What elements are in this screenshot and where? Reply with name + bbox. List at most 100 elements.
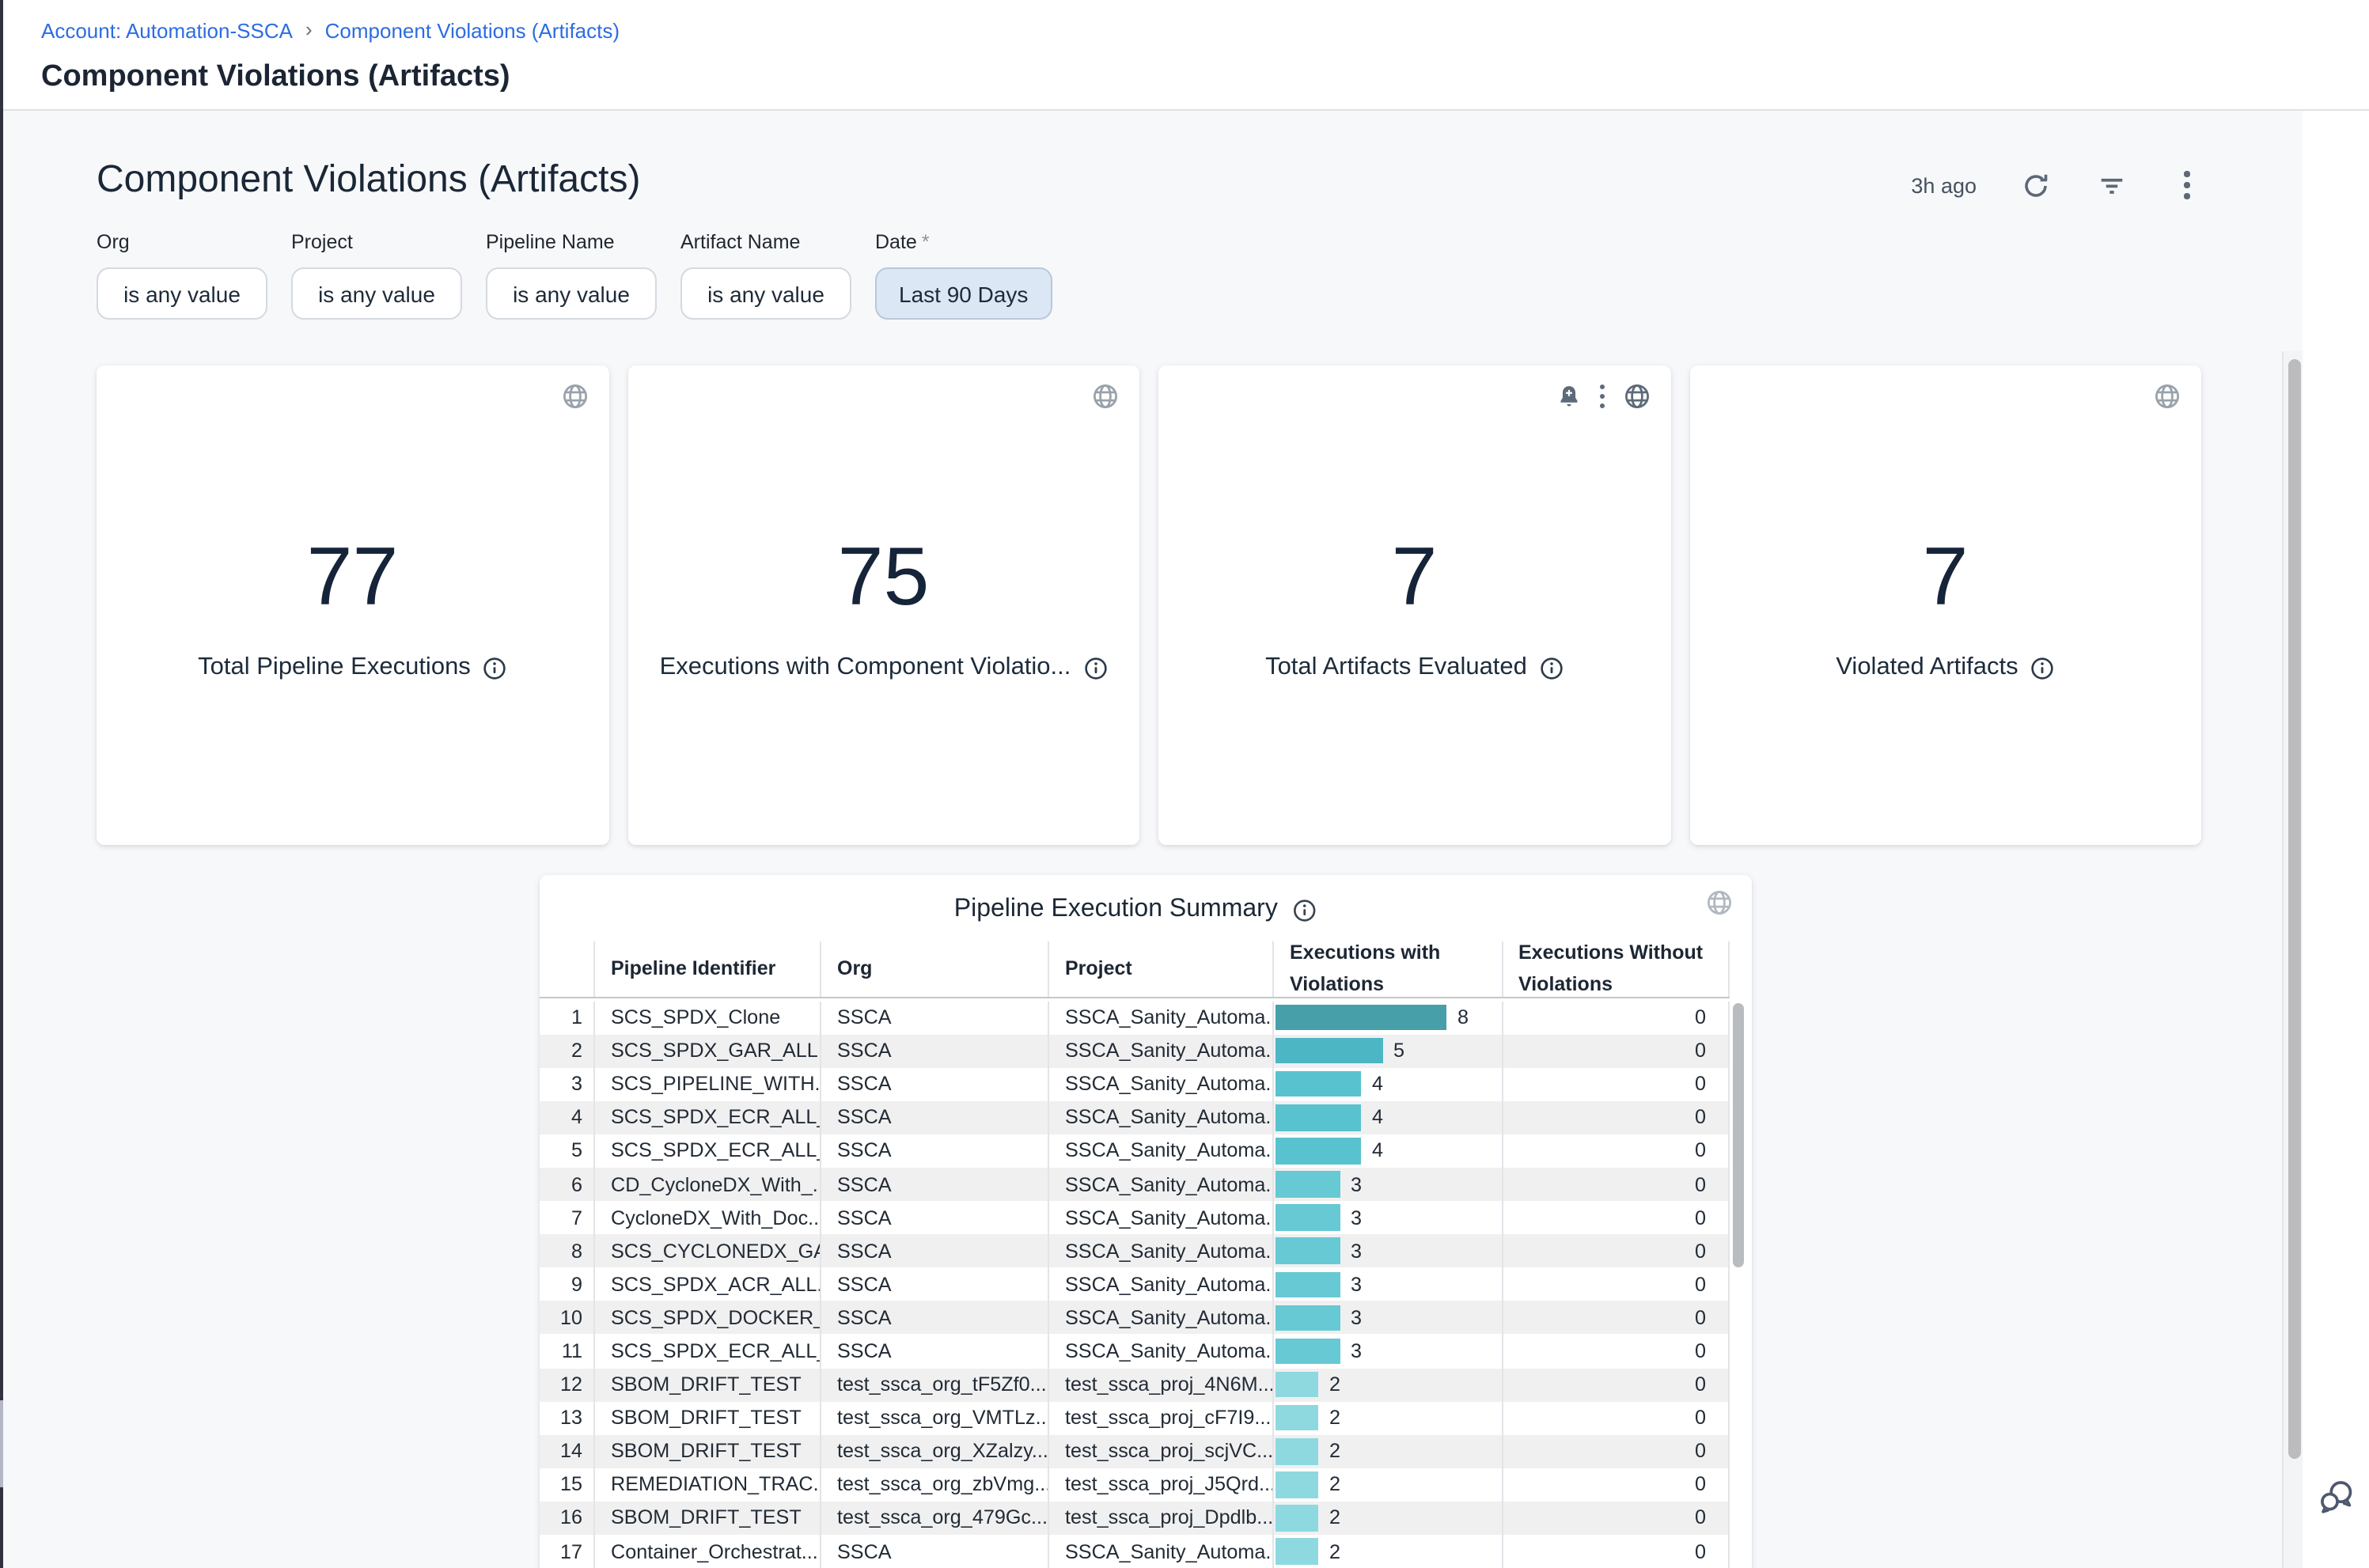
info-icon[interactable] [483,656,507,680]
cell-executions-with-violations[interactable]: 3 [1272,1335,1501,1368]
cell-org[interactable]: SSCA [820,1034,1048,1067]
tile-value[interactable]: 77 [97,536,608,619]
cell-executions-with-violations[interactable]: 2 [1272,1502,1501,1535]
cell-executions-with-violations[interactable]: 3 [1272,1168,1501,1201]
globe-icon[interactable] [2154,383,2181,410]
cell-executions-with-violations[interactable]: 3 [1272,1201,1501,1234]
cell-executions-without-violations[interactable]: 0 [1501,1335,1730,1368]
page-scrollbar-track[interactable] [2282,351,2303,1568]
cell-pipeline-identifier[interactable]: REMEDIATION_TRAC... [593,1468,820,1502]
cell-org[interactable]: SSCA [820,1268,1048,1301]
cell-executions-without-violations[interactable]: 0 [1501,1168,1730,1201]
cell-pipeline-identifier[interactable]: SCS_SPDX_ECR_ALL_... [593,1335,820,1368]
col-header-project[interactable]: Project [1048,941,1272,997]
cell-executions-with-violations[interactable]: 4 [1272,1067,1501,1100]
cell-pipeline-identifier[interactable]: CycloneDX_With_Doc... [593,1201,820,1234]
cell-org[interactable]: test_ssca_org_zbVmg... [820,1468,1048,1502]
cell-pipeline-identifier[interactable]: SCS_SPDX_ACR_ALL... [593,1268,820,1301]
cell-org[interactable]: SSCA [820,1134,1048,1168]
filter-value-chip[interactable]: is any value [680,267,851,320]
cell-executions-without-violations[interactable]: 0 [1501,1468,1730,1502]
cell-pipeline-identifier[interactable]: CD_CycloneDX_With_... [593,1168,820,1201]
cell-executions-without-violations[interactable]: 0 [1501,1434,1730,1468]
breadcrumb-page-link[interactable]: Component Violations (Artifacts) [325,19,620,43]
cell-org[interactable]: SSCA [820,1234,1048,1267]
globe-icon[interactable] [1092,383,1119,410]
cell-executions-without-violations[interactable]: 0 [1501,1001,1730,1034]
cell-project[interactable]: SSCA_Sanity_Automa... [1048,1001,1272,1034]
cell-pipeline-identifier[interactable]: SCS_SPDX_DOCKER_... [593,1301,820,1335]
cell-project[interactable]: SSCA_Sanity_Automa... [1048,1234,1272,1267]
info-icon[interactable] [1292,898,1316,922]
cell-executions-without-violations[interactable]: 0 [1501,1201,1730,1234]
cell-org[interactable]: SSCA [820,1101,1048,1134]
cell-executions-without-violations[interactable]: 0 [1501,1401,1730,1434]
cell-org[interactable]: SSCA [820,1301,1048,1335]
kebab-menu-icon[interactable] [2170,168,2204,203]
cell-project[interactable]: SSCA_Sanity_Automa... [1048,1134,1272,1168]
cell-org[interactable]: test_ssca_org_tF5Zf0... [820,1368,1048,1401]
cell-executions-with-violations[interactable]: 3 [1272,1268,1501,1301]
cell-pipeline-identifier[interactable]: Container_Orchestrat... [593,1535,820,1568]
cell-project[interactable]: SSCA_Sanity_Automa... [1048,1067,1272,1100]
cell-executions-with-violations[interactable]: 2 [1272,1468,1501,1502]
cell-org[interactable]: test_ssca_org_VMTLz... [820,1401,1048,1434]
col-header-executions-without-violations[interactable]: Executions Without Violations [1501,941,1730,997]
cell-project[interactable]: SSCA_Sanity_Automa... [1048,1101,1272,1134]
cell-project[interactable]: test_ssca_proj_Dpdlb... [1048,1502,1272,1535]
chat-support-icon[interactable] [2317,1476,2358,1517]
globe-icon[interactable] [1706,889,1733,916]
cell-project[interactable]: test_ssca_proj_J5Qrd... [1048,1468,1272,1502]
col-header-org[interactable]: Org [820,941,1048,997]
cell-project[interactable]: test_ssca_proj_cF7I9... [1048,1401,1272,1434]
tile-value[interactable]: 75 [627,536,1139,619]
info-icon[interactable] [1540,656,1564,680]
page-scrollbar-thumb[interactable] [2288,359,2300,1459]
cell-pipeline-identifier[interactable]: SCS_PIPELINE_WITH... [593,1067,820,1100]
cell-project[interactable]: SSCA_Sanity_Automa... [1048,1301,1272,1335]
filter-value-chip[interactable]: is any value [97,267,267,320]
cell-project[interactable]: SSCA_Sanity_Automa... [1048,1168,1272,1201]
cell-executions-without-violations[interactable]: 0 [1501,1034,1730,1067]
cell-org[interactable]: test_ssca_org_479Gc... [820,1502,1048,1535]
alert-bell-icon[interactable] [1556,384,1580,409]
cell-executions-without-violations[interactable]: 0 [1501,1234,1730,1267]
cell-pipeline-identifier[interactable]: SCS_SPDX_ECR_ALL_... [593,1134,820,1168]
globe-icon[interactable] [561,383,588,410]
cell-executions-with-violations[interactable]: 2 [1272,1401,1501,1434]
info-icon[interactable] [1083,656,1107,680]
cell-project[interactable]: SSCA_Sanity_Automa... [1048,1034,1272,1067]
cell-executions-with-violations[interactable]: 2 [1272,1368,1501,1401]
cell-org[interactable]: SSCA [820,1201,1048,1234]
cell-org[interactable]: SSCA [820,1335,1048,1368]
cell-executions-without-violations[interactable]: 0 [1501,1268,1730,1301]
cell-project[interactable]: SSCA_Sanity_Automa... [1048,1535,1272,1568]
cell-pipeline-identifier[interactable]: SBOM_DRIFT_TEST [593,1434,820,1468]
cell-project[interactable]: SSCA_Sanity_Automa... [1048,1335,1272,1368]
cell-executions-with-violations[interactable]: 3 [1272,1301,1501,1335]
cell-executions-with-violations[interactable]: 4 [1272,1101,1501,1134]
cell-pipeline-identifier[interactable]: SCS_CYCLONEDX_GA... [593,1234,820,1267]
cell-project[interactable]: SSCA_Sanity_Automa... [1048,1201,1272,1234]
cell-pipeline-identifier[interactable]: SBOM_DRIFT_TEST [593,1502,820,1535]
table-scrollbar[interactable] [1733,1003,1744,1267]
globe-icon[interactable] [1623,383,1650,410]
tile-kebab-icon[interactable] [1599,384,1604,408]
cell-executions-with-violations[interactable]: 8 [1272,1001,1501,1034]
cell-executions-without-violations[interactable]: 0 [1501,1535,1730,1568]
cell-executions-without-violations[interactable]: 0 [1501,1134,1730,1168]
col-header-executions-with-violations[interactable]: Executions with Violations [1272,941,1501,997]
cell-executions-with-violations[interactable]: 3 [1272,1234,1501,1267]
cell-pipeline-identifier[interactable]: SCS_SPDX_GAR_ALL... [593,1034,820,1067]
filter-icon[interactable] [2094,168,2128,203]
info-icon[interactable] [2031,656,2055,680]
cell-project[interactable]: SSCA_Sanity_Automa... [1048,1268,1272,1301]
cell-org[interactable]: SSCA [820,1535,1048,1568]
col-header-pipeline-identifier[interactable]: Pipeline Identifier [593,941,820,997]
tile-value[interactable]: 7 [1158,536,1670,619]
cell-org[interactable]: test_ssca_org_XZalzy... [820,1434,1048,1468]
cell-org[interactable]: SSCA [820,1067,1048,1100]
filter-value-chip[interactable]: Last 90 Days [875,267,1052,320]
cell-project[interactable]: test_ssca_proj_scjVC... [1048,1434,1272,1468]
cell-project[interactable]: test_ssca_proj_4N6M... [1048,1368,1272,1401]
